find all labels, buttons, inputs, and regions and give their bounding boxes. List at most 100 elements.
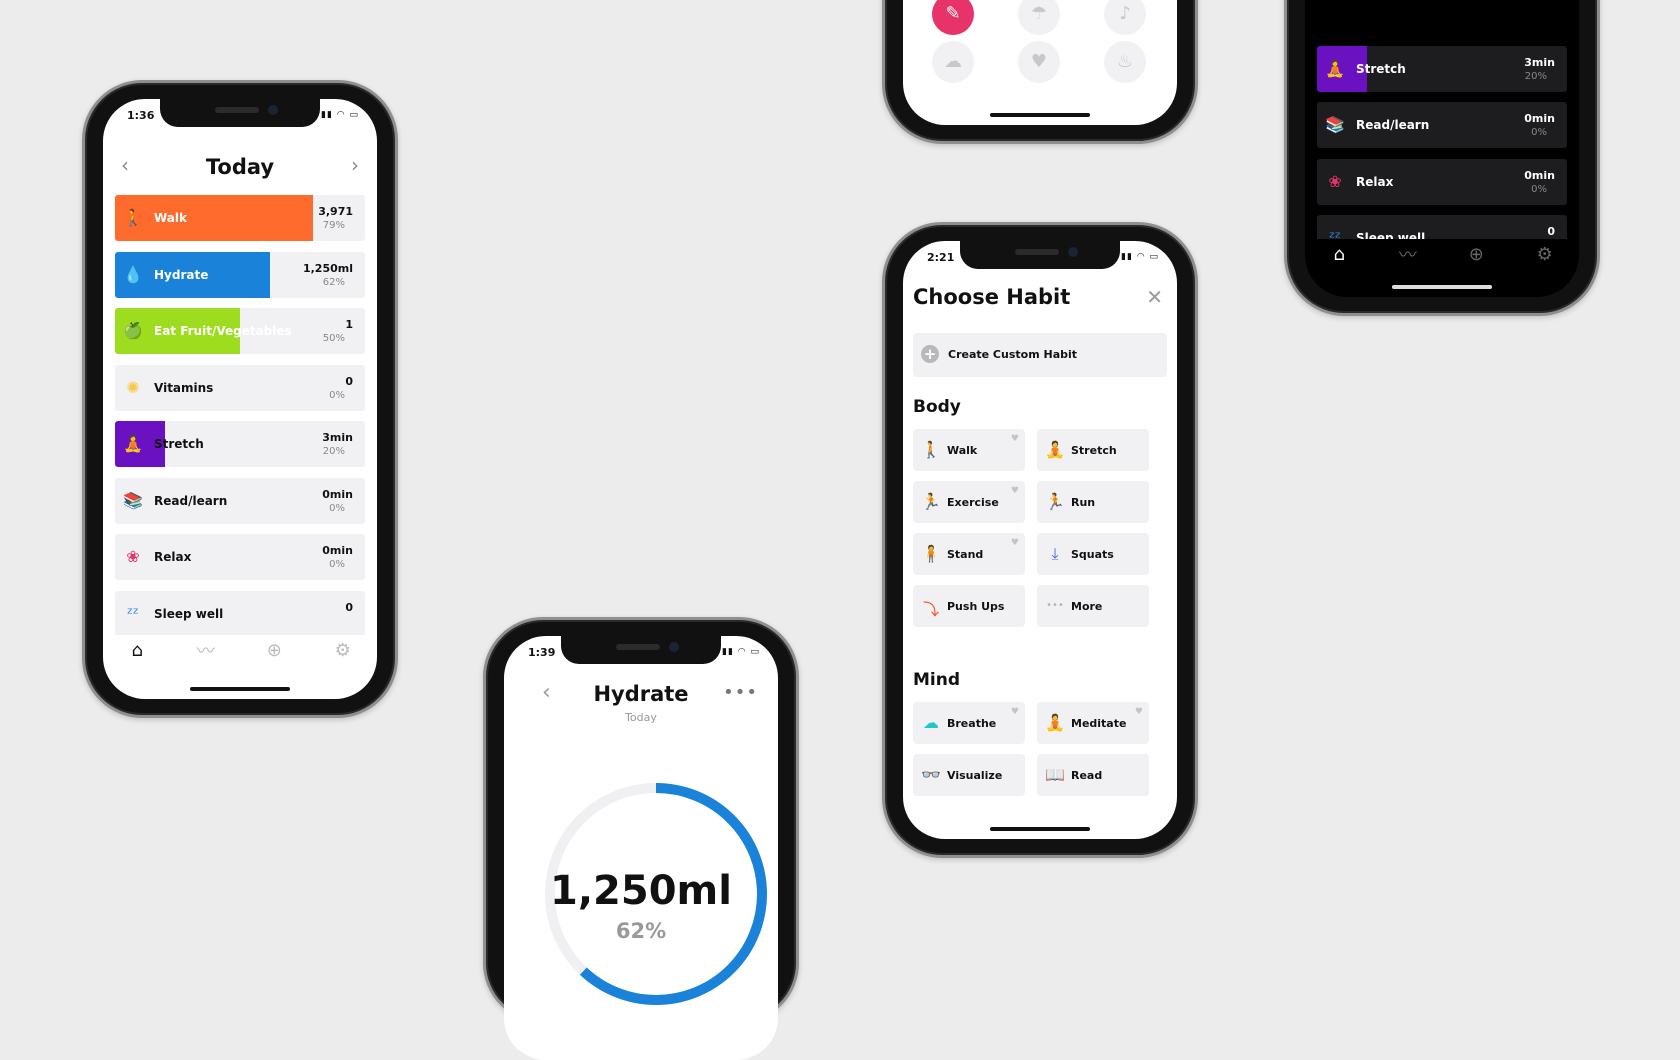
habit-row[interactable]: ✺ Vitamins 0 0%: [115, 364, 365, 411]
tab-trends-icon[interactable]: 〰: [191, 637, 221, 663]
dark-screen: 🧘 Stretch 3min 20% 📚 Read/learn 0min 0% ❀ Relax 0m…: [1305, 0, 1579, 297]
habit-row[interactable]: 🧘 Stretch 3min 20%: [1317, 45, 1567, 92]
habit-option-read[interactable]: 📖 Read: [1037, 754, 1149, 796]
habit-option-more[interactable]: ••• More: [1037, 585, 1149, 627]
habit-label: Sleep well: [1356, 231, 1426, 239]
habit-option-walk[interactable]: 🚶 Walk ♥: [913, 429, 1025, 471]
heart-icon[interactable]: ♥: [1011, 434, 1019, 444]
habit-label: Relax: [1356, 174, 1394, 189]
habit-option-label: Breathe: [947, 717, 997, 730]
habit-label: Stretch: [1356, 61, 1406, 76]
habit-value: 0: [1547, 225, 1555, 238]
breathe-icon: ☁: [923, 713, 939, 732]
habit-option-squats[interactable]: ⤓ Squats: [1037, 533, 1149, 575]
close-icon[interactable]: ✕: [1146, 285, 1163, 309]
habit-row[interactable]: 🚶 Walk 3,971 79%: [115, 195, 365, 241]
fire-icon[interactable]: ♨: [1104, 41, 1146, 83]
habit-label: Eat Fruit/Vegetables: [154, 324, 292, 338]
tab-settings-icon[interactable]: ⚙: [1530, 244, 1560, 265]
more-options-button[interactable]: •••: [723, 682, 758, 703]
habit-option-stand[interactable]: 🧍 Stand ♥: [913, 533, 1025, 575]
tab-home-icon[interactable]: ⌂: [1324, 244, 1354, 265]
habit-option-label: Stand: [947, 548, 984, 561]
tab-settings-icon[interactable]: ⚙: [328, 640, 358, 661]
home-indicator: [1392, 285, 1492, 289]
music-icon[interactable]: ♪: [1104, 0, 1146, 35]
habit-percent: 0%: [329, 502, 345, 514]
habit-value: 1,250ml: [302, 261, 353, 275]
habit-row[interactable]: 🍏 Eat Fruit/Vegetables 1 50%: [115, 308, 365, 354]
tab-home-icon[interactable]: ⌂: [122, 640, 152, 661]
status-icons: ▮▮ ◠ ▭: [321, 110, 359, 120]
habit-option-label: Meditate: [1071, 717, 1127, 730]
habit-option-meditate[interactable]: 🧘 Meditate ♥: [1037, 702, 1149, 744]
stretch-icon: 🧘: [1325, 58, 1345, 78]
create-custom-habit-label: Create Custom Habit: [948, 348, 1078, 361]
phone-dark: 🧘 Stretch 3min 20% 📚 Read/learn 0min 0% ❀ Relax 0m…: [1284, 0, 1600, 316]
heart-icon[interactable]: ♥: [1011, 486, 1019, 496]
heart-icon[interactable]: ♥: [1135, 707, 1143, 717]
drop-icon: 💧: [123, 264, 143, 284]
habit-option-exercise[interactable]: 🏃 Exercise ♥: [913, 481, 1025, 523]
habit-value: 0min: [322, 544, 353, 557]
status-time: 1:39: [528, 646, 556, 659]
notch: [561, 636, 721, 664]
habit-value: 0min: [322, 487, 353, 501]
create-custom-habit-button[interactable]: + Create Custom Habit: [913, 333, 1167, 377]
habit-option-label: Read: [1071, 769, 1103, 782]
phone-hydrate: 1:39 ▮▮ ◠ ▭ ‹ Hydrate Today ••• 1,250ml …: [483, 617, 799, 1060]
habit-value: 3min: [322, 431, 353, 444]
hydrate-screen: 1:39 ▮▮ ◠ ▭ ‹ Hydrate Today ••• 1,250ml …: [504, 636, 778, 1060]
page-title: Choose Habit: [913, 285, 1071, 309]
phone-choose-habit: 2:21 ▮▮ ◠ ▭ Choose Habit ✕ + Create Cust…: [882, 222, 1198, 858]
habit-row[interactable]: 💧 Hydrate 1,250ml 62%: [115, 251, 365, 298]
cloud-icon[interactable]: ☁: [932, 41, 974, 83]
habit-row[interactable]: ❀ Relax 0min 0%: [1317, 158, 1567, 205]
habit-row[interactable]: 📚 Read/learn 0min 0%: [1317, 102, 1567, 148]
habit-row[interactable]: ᶻᶻ Sleep well 0: [1317, 215, 1567, 239]
more-icon: •••: [1046, 600, 1064, 611]
tab-add-icon[interactable]: ⊕: [259, 640, 289, 661]
choose-habit-screen: 2:21 ▮▮ ◠ ▭ Choose Habit ✕ + Create Cust…: [903, 241, 1177, 839]
apple-icon: 🍏: [123, 321, 143, 340]
habit-row[interactable]: 📚 Read/learn 0min 0%: [115, 477, 365, 524]
phone-icon-picker: ✎ ☂ ♪ ☁ ♥ ♨: [882, 0, 1198, 144]
habit-value: 0: [345, 374, 353, 388]
habit-option-push-ups[interactable]: ⤵ Push Ups: [913, 585, 1025, 627]
habit-option-visualize[interactable]: 👓 Visualize: [913, 754, 1025, 796]
home-indicator: [990, 113, 1090, 117]
pushups-icon: ⤵: [922, 600, 939, 619]
heart-icon[interactable]: ♥: [1011, 538, 1019, 548]
mind-heading: Mind: [913, 670, 961, 690]
palm-icon[interactable]: ☂: [1018, 0, 1060, 35]
tab-add-icon[interactable]: ⊕: [1461, 244, 1491, 265]
habit-option-run[interactable]: 🏃 Run: [1037, 481, 1149, 523]
heartbeat-icon[interactable]: ♥: [1018, 41, 1060, 83]
brush-icon[interactable]: ✎: [932, 0, 974, 35]
walk-icon: 🚶: [921, 440, 941, 459]
notch: [160, 99, 320, 127]
habit-percent: 79%: [322, 220, 345, 231]
habit-label: Relax: [154, 550, 192, 564]
icon-picker-screen: ✎ ☂ ♪ ☁ ♥ ♨: [903, 0, 1177, 125]
habit-list: 🧘 Stretch 3min 20% 📚 Read/learn 0min 0% ❀ Relax 0m…: [1305, 0, 1579, 239]
habit-percent: 0%: [329, 559, 345, 570]
tab-bar: ⌂ 〰 ⊕ ⚙: [103, 635, 377, 665]
sleep-icon: ᶻᶻ: [127, 603, 139, 623]
habit-option-label: Push Ups: [947, 600, 1005, 613]
next-day-button[interactable]: ›: [351, 153, 359, 177]
heart-icon[interactable]: ♥: [1011, 707, 1019, 717]
habit-row[interactable]: 🧘 Stretch 3min 20%: [115, 421, 365, 467]
habit-label: Read/learn: [1356, 118, 1430, 132]
habit-label: Walk: [154, 211, 187, 225]
notch: [960, 241, 1120, 269]
habit-option-label: Exercise: [947, 496, 999, 509]
habit-option-breathe[interactable]: ☁ Breathe ♥: [913, 702, 1025, 744]
habit-value: 0min: [1524, 168, 1555, 182]
habit-option-stretch[interactable]: 🧘 Stretch: [1037, 429, 1149, 471]
habit-value: 0min: [1524, 112, 1555, 125]
walk-icon: 🚶: [123, 208, 143, 227]
habit-row[interactable]: ᶻᶻ Sleep well 0: [115, 590, 365, 635]
habit-row[interactable]: ❀ Relax 0min 0%: [115, 534, 365, 580]
tab-trends-icon[interactable]: 〰: [1393, 241, 1423, 267]
